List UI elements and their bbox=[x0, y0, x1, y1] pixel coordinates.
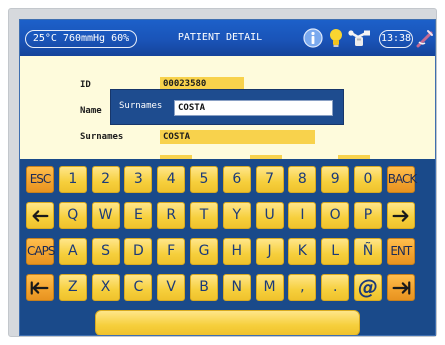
5-key[interactable]: 5 bbox=[190, 166, 218, 193]
editor-label: Surnames bbox=[119, 101, 163, 111]
device-frame: 25°C 760mmHg 60% PATIENT DETAIL 13:38 ID… bbox=[8, 8, 437, 337]
bulb-icon[interactable] bbox=[329, 28, 343, 48]
info-icon[interactable] bbox=[303, 28, 323, 48]
f-key[interactable]: F bbox=[157, 238, 186, 265]
screen: 25°C 760mmHg 60% PATIENT DETAIL 13:38 ID… bbox=[19, 19, 436, 336]
m-key[interactable]: M bbox=[255, 274, 284, 301]
l-key[interactable]: L bbox=[321, 238, 350, 265]
clock: 13:38 bbox=[379, 30, 413, 48]
d-key[interactable]: D bbox=[124, 238, 153, 265]
9-key[interactable]: 9 bbox=[321, 166, 350, 193]
r-key[interactable]: R bbox=[157, 202, 186, 229]
caps-key[interactable]: CAPS bbox=[26, 238, 55, 265]
g-key[interactable]: G bbox=[190, 238, 218, 265]
at-key[interactable]: @ bbox=[354, 274, 382, 301]
left-arrow-icon bbox=[32, 210, 49, 222]
w-key[interactable]: W bbox=[91, 202, 120, 229]
u-key[interactable]: U bbox=[255, 202, 284, 229]
right-arrow-icon bbox=[392, 210, 409, 222]
surname-input[interactable]: COSTA bbox=[174, 100, 333, 116]
i-key[interactable]: I bbox=[288, 202, 317, 229]
power-icon[interactable] bbox=[416, 28, 434, 48]
home-arrow-key[interactable] bbox=[26, 274, 54, 301]
q-key[interactable]: Q bbox=[58, 202, 87, 229]
j-key[interactable]: J bbox=[255, 238, 284, 265]
home-arrow-icon bbox=[30, 281, 49, 295]
right-arrow-key[interactable] bbox=[386, 202, 415, 229]
a-key[interactable]: A bbox=[58, 238, 87, 265]
end-arrow-key[interactable] bbox=[386, 274, 415, 301]
space-bar[interactable] bbox=[95, 310, 360, 335]
surnames-field[interactable]: COSTA bbox=[160, 130, 315, 144]
8-key[interactable]: 8 bbox=[288, 166, 317, 193]
6-key[interactable]: 6 bbox=[222, 166, 251, 193]
c-key[interactable]: C bbox=[124, 274, 153, 301]
x-key[interactable]: X bbox=[91, 274, 120, 301]
t-key[interactable]: T bbox=[190, 202, 218, 229]
z-key[interactable]: Z bbox=[58, 274, 87, 301]
name-label: Name bbox=[80, 106, 102, 116]
s-key[interactable]: S bbox=[91, 238, 120, 265]
surname-editor-popup: Surnames COSTA bbox=[110, 89, 344, 125]
b-key[interactable]: B bbox=[190, 274, 218, 301]
n-key[interactable]: N bbox=[222, 274, 251, 301]
id-label: ID bbox=[80, 80, 91, 90]
surnames-label: Surnames bbox=[80, 132, 124, 142]
p-key[interactable]: P bbox=[354, 202, 382, 229]
ent-key[interactable]: ENT bbox=[386, 238, 415, 265]
e-key[interactable]: E bbox=[124, 202, 153, 229]
page-title: PATIENT DETAIL bbox=[177, 32, 263, 43]
n-tilde-key[interactable]: Ñ bbox=[354, 238, 382, 265]
h-key[interactable]: H bbox=[222, 238, 251, 265]
y-key[interactable]: Y bbox=[222, 202, 251, 229]
7-key[interactable]: 7 bbox=[255, 166, 284, 193]
environment-readout: 25°C 760mmHg 60% bbox=[25, 30, 137, 48]
on-screen-keyboard: ESC 1 2 3 4 5 6 7 8 9 0 BACK Q W E R T Y U I O P CAPS A S D F G H J K L… bbox=[20, 159, 435, 335]
status-bar: 25°C 760mmHg 60% PATIENT DETAIL 13:38 bbox=[20, 20, 435, 56]
o-key[interactable]: O bbox=[321, 202, 350, 229]
2-key[interactable]: 2 bbox=[91, 166, 120, 193]
k-key[interactable]: K bbox=[288, 238, 317, 265]
comma-key[interactable]: , bbox=[288, 274, 317, 301]
v-key[interactable]: V bbox=[157, 274, 186, 301]
1-key[interactable]: 1 bbox=[58, 166, 87, 193]
end-arrow-icon bbox=[392, 281, 411, 295]
back-key[interactable]: BACK bbox=[386, 166, 417, 193]
0-key[interactable]: 0 bbox=[354, 166, 382, 193]
period-key[interactable]: . bbox=[321, 274, 350, 301]
usb-icon[interactable] bbox=[348, 28, 372, 48]
3-key[interactable]: 3 bbox=[124, 166, 153, 193]
esc-key[interactable]: ESC bbox=[26, 166, 54, 193]
4-key[interactable]: 4 bbox=[157, 166, 186, 193]
left-arrow-key[interactable] bbox=[26, 202, 54, 229]
